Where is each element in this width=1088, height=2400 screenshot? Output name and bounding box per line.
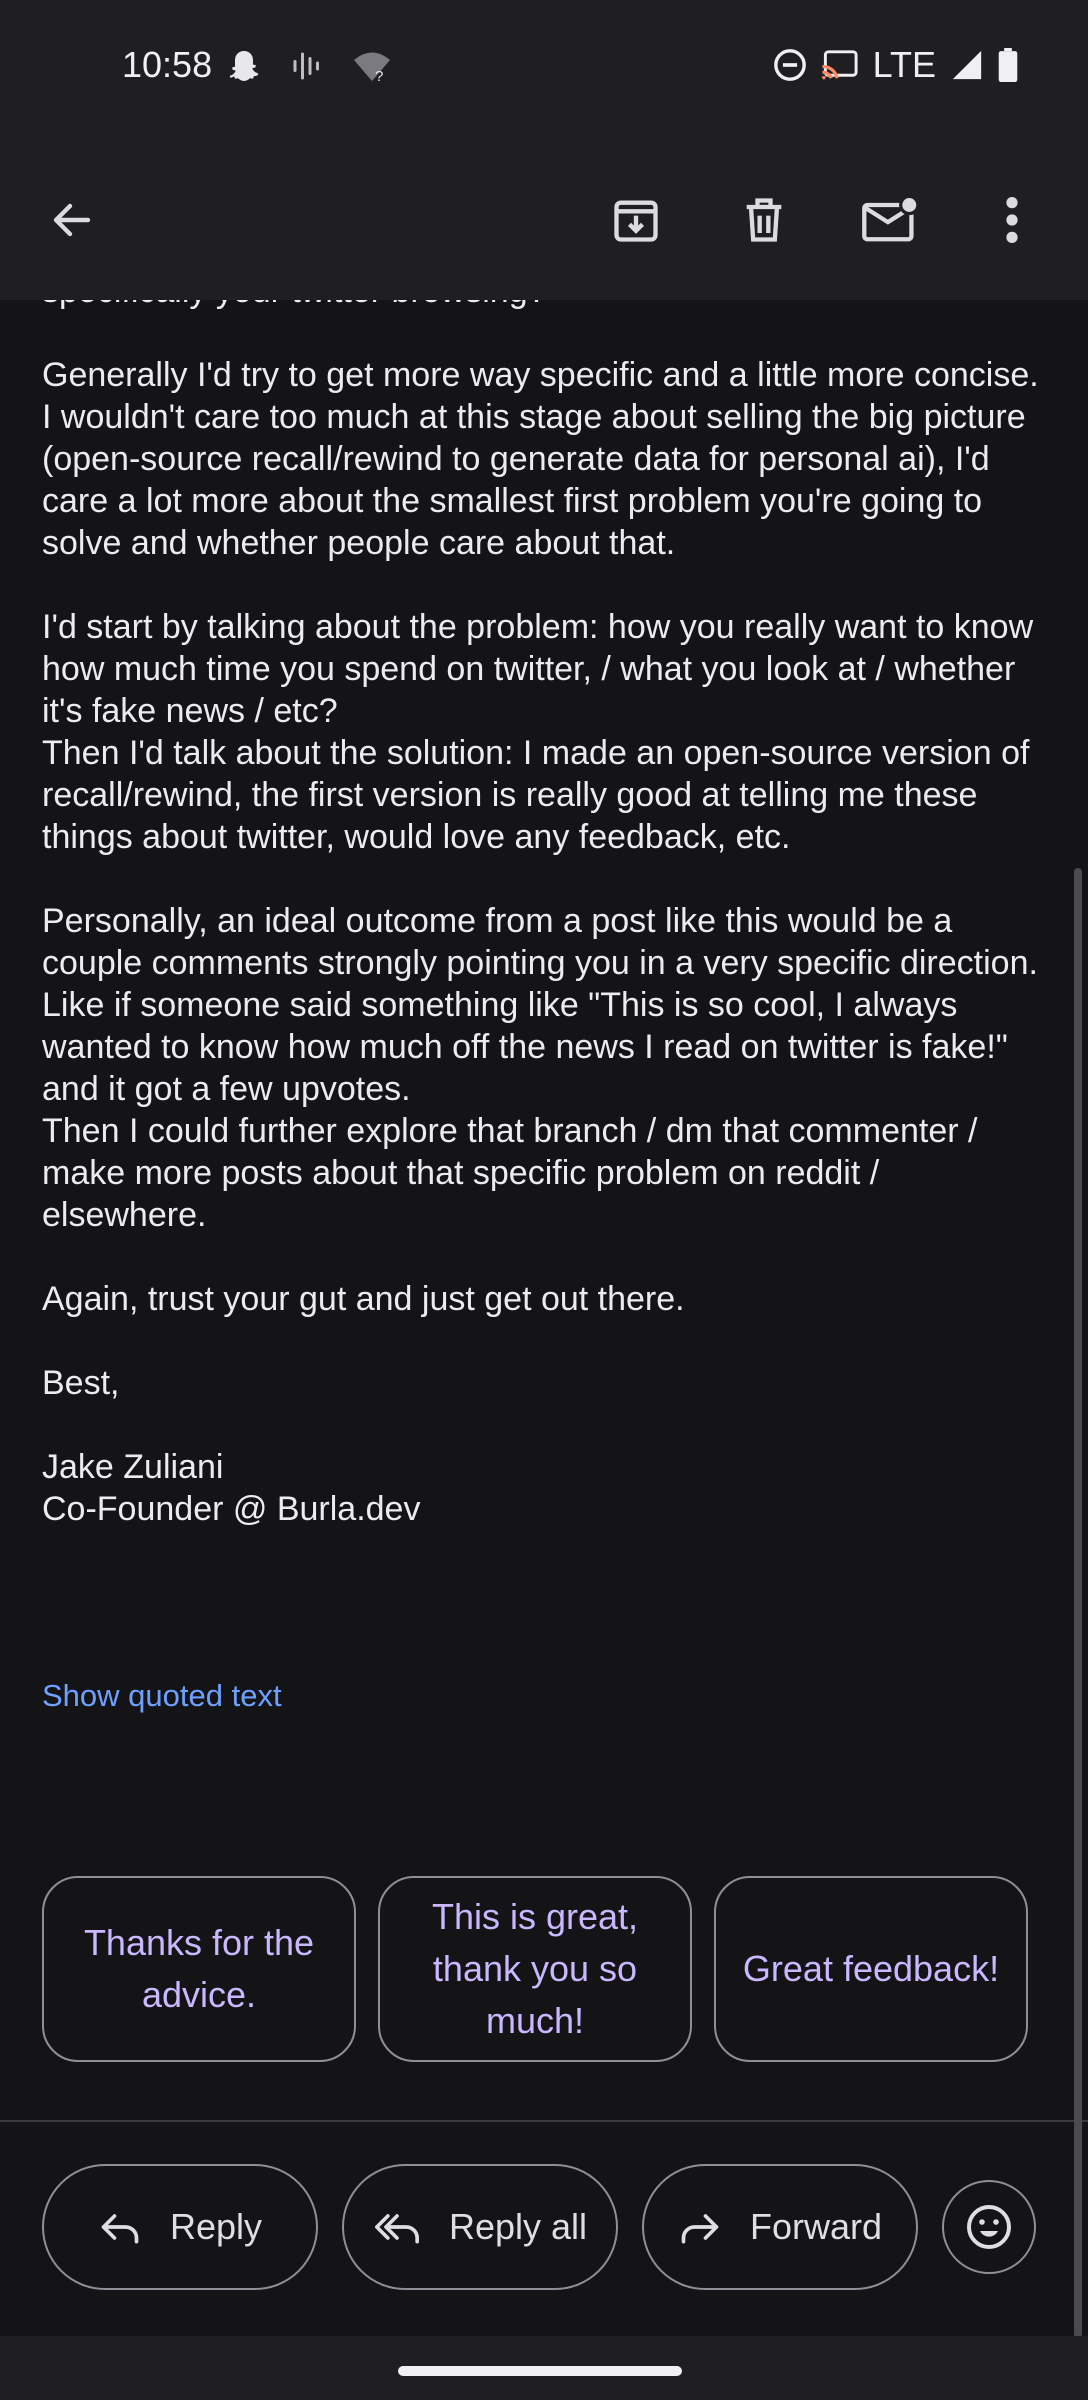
system-icons: LTE xyxy=(773,44,1018,86)
mark-unread-icon xyxy=(862,194,920,242)
voice-icon xyxy=(293,52,319,80)
divider xyxy=(0,2120,1088,2122)
dnd-icon xyxy=(773,49,806,81)
reply-all-icon xyxy=(374,2214,419,2244)
email-toolbar xyxy=(0,140,1088,300)
status-bar: 10:58 ? LTE xyxy=(0,0,1088,140)
delete-icon xyxy=(746,198,782,242)
show-quoted-text-link[interactable]: Show quoted text xyxy=(42,1678,282,1714)
network-type: LTE xyxy=(872,44,936,85)
email-signature: Jake Zuliani Co-Founder @ Burla.dev xyxy=(42,1448,421,1528)
smart-reply-chip[interactable]: Great feedback! xyxy=(714,1876,1028,2062)
reply-icon xyxy=(101,2214,139,2244)
reply-actions: Reply Reply all Forward xyxy=(42,2164,1036,2290)
navigation-bar xyxy=(0,2336,1088,2400)
email-cut-line: specifically your twitter browsing? xyxy=(42,300,1052,312)
email-paragraph: I'd start by talking about the problem: … xyxy=(42,608,1034,856)
reply-all-button[interactable]: Reply all xyxy=(342,2164,618,2290)
signal-icon xyxy=(952,50,982,80)
forward-icon xyxy=(681,2214,719,2244)
email-paragraph: Again, trust your gut and just get out t… xyxy=(42,1280,685,1318)
reply-label: Reply xyxy=(169,2206,263,2247)
cast-icon xyxy=(821,50,858,80)
forward-label: Forward xyxy=(749,2206,883,2247)
clock: 10:58 xyxy=(122,44,213,85)
email-paragraph: Generally I'd try to get more way specif… xyxy=(42,356,1039,562)
emoji-reaction-button[interactable] xyxy=(942,2180,1036,2274)
reply-all-label: Reply all xyxy=(448,2206,588,2247)
back-icon xyxy=(53,203,91,237)
smart-reply-chip[interactable]: This is great, thank you so much! xyxy=(378,1876,692,2062)
email-body: specifically your twitter browsing? Gene… xyxy=(42,300,1052,1572)
scrollbar[interactable] xyxy=(1074,868,1082,2338)
smiley-icon xyxy=(967,2205,1011,2249)
svg-text:?: ? xyxy=(375,68,383,84)
snapchat-icon xyxy=(229,51,259,81)
reply-button[interactable]: Reply xyxy=(42,2164,318,2290)
email-body-scroll[interactable]: specifically your twitter browsing? Gene… xyxy=(0,300,1088,2336)
notification-icons: ? xyxy=(226,48,392,84)
more-options-button[interactable] xyxy=(972,180,1052,260)
forward-button[interactable]: Forward xyxy=(642,2164,918,2290)
archive-icon xyxy=(614,200,658,242)
email-paragraph: Personally, an ideal outcome from a post… xyxy=(42,902,1038,1234)
email-signoff: Best, xyxy=(42,1364,120,1402)
smart-replies: Thanks for the advice. This is great, th… xyxy=(42,1876,1028,2062)
wifi-question-icon: ? xyxy=(354,52,390,84)
back-button[interactable] xyxy=(32,180,112,260)
delete-button[interactable] xyxy=(724,180,804,260)
more-icon xyxy=(1006,197,1018,243)
battery-icon xyxy=(998,48,1018,82)
home-gesture-handle[interactable] xyxy=(398,2366,682,2376)
smart-reply-chip[interactable]: Thanks for the advice. xyxy=(42,1876,356,2062)
archive-button[interactable] xyxy=(596,180,676,260)
mark-unread-button[interactable] xyxy=(850,180,930,260)
